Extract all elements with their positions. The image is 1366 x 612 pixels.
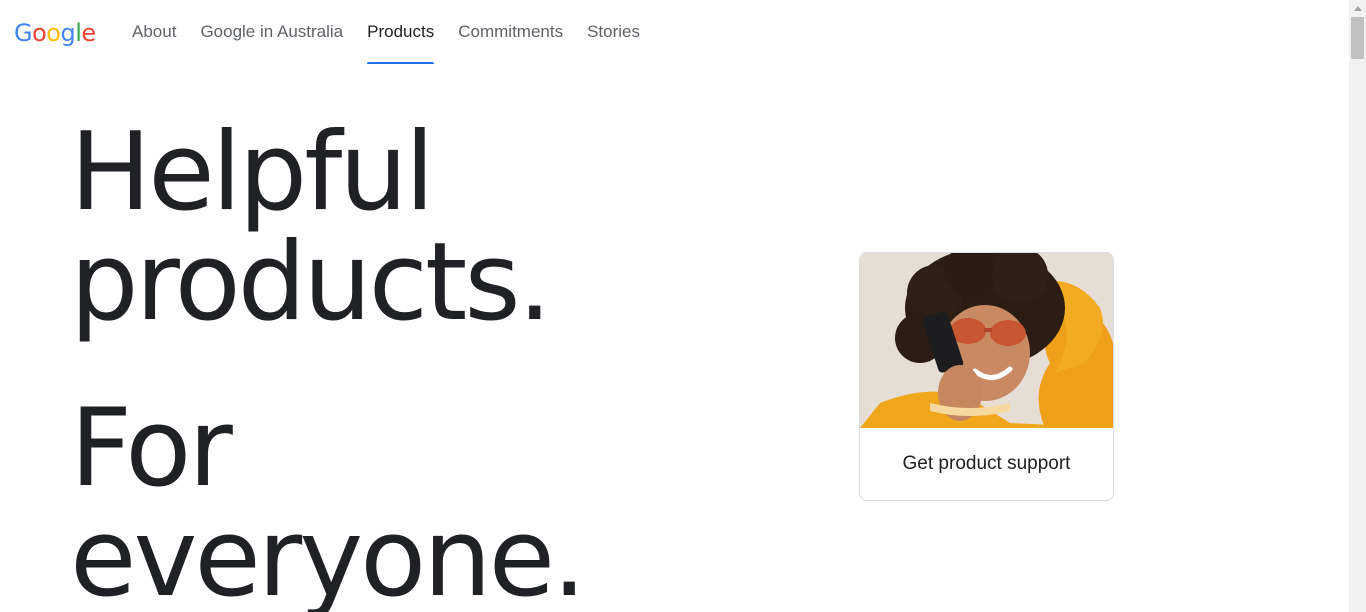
- nav-item-commitments[interactable]: Commitments: [446, 0, 575, 64]
- nav-item-about[interactable]: About: [120, 0, 188, 64]
- hero-line-everyone: everyone.: [70, 496, 586, 612]
- page: Google About Google in Australia Product…: [0, 0, 1366, 612]
- nav-item-products[interactable]: Products: [355, 0, 446, 64]
- hero-line-products: products.: [70, 220, 552, 345]
- product-support-card[interactable]: Get product support: [859, 252, 1114, 501]
- nav-item-stories[interactable]: Stories: [575, 0, 652, 64]
- person-with-phone-photo: [860, 253, 1113, 428]
- vertical-scrollbar[interactable]: [1349, 0, 1366, 612]
- hero-line-helpful: Helpful: [70, 110, 435, 235]
- logo-letter-o2: o: [46, 19, 61, 47]
- main-nav: About Google in Australia Products Commi…: [120, 0, 652, 64]
- product-support-label: Get product support: [902, 453, 1071, 474]
- logo-letter-e: e: [81, 19, 96, 47]
- site-header: Google About Google in Australia Product…: [0, 0, 1349, 64]
- google-logo[interactable]: Google: [14, 17, 96, 49]
- hero-line-for: For: [70, 386, 233, 511]
- hero-heading: Helpful products. For everyone.: [70, 118, 770, 612]
- logo-letter-g2: g: [60, 19, 76, 47]
- logo-letter-o1: o: [32, 19, 47, 47]
- scroll-up-arrow-icon[interactable]: [1349, 0, 1366, 17]
- scroll-thumb[interactable]: [1351, 17, 1364, 59]
- nav-item-google-in-australia[interactable]: Google in Australia: [188, 0, 355, 64]
- logo-letter-g: G: [14, 19, 33, 47]
